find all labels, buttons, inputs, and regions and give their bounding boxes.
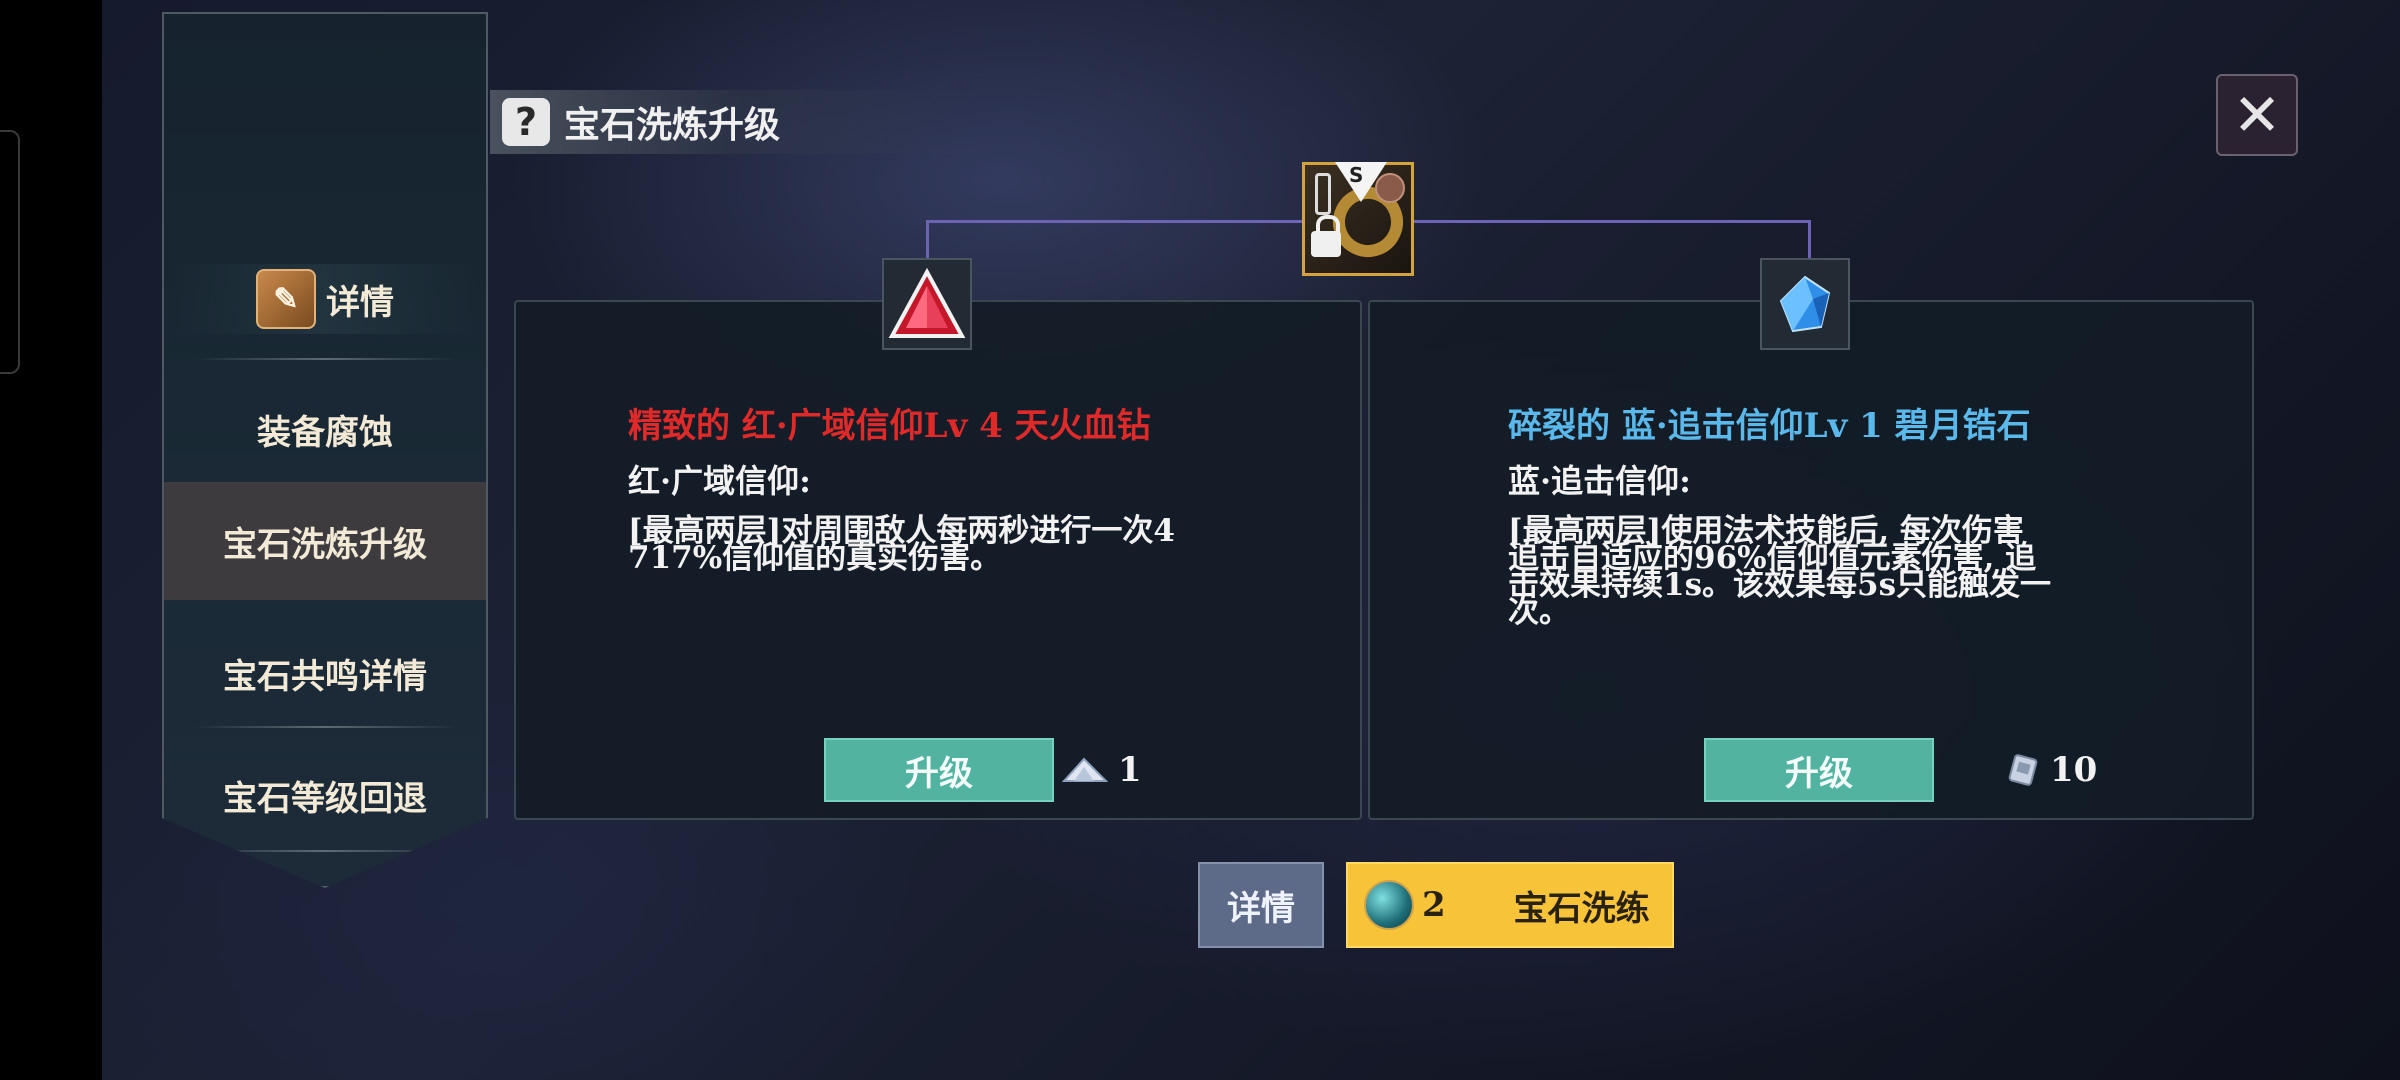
- page-title: 宝石洗炼升级: [564, 104, 781, 146]
- grade-badge-label: S: [1349, 163, 1364, 187]
- blue-gem-icon: [1779, 275, 1831, 333]
- gem-effect-desc: [最高两层]使用法术技能后, 每次伤害 追击自适应的96%信仰值元素伤害, 追 …: [1508, 516, 2052, 630]
- blue-gem-slot[interactable]: [1760, 258, 1850, 350]
- sidebar-item-label: 装备腐蚀: [257, 412, 393, 453]
- gem-title: 碎裂的 蓝·追击信仰Lv 1 碧月锆石: [1508, 406, 2031, 446]
- divider: [194, 358, 456, 360]
- sidebar-item-label: 宝石等级回退: [223, 778, 427, 819]
- divider: [194, 726, 456, 728]
- screen-edge-bracket: [0, 130, 20, 374]
- equipment-slot[interactable]: S: [1302, 162, 1414, 276]
- help-icon[interactable]: ?: [502, 98, 550, 146]
- refine-label: 宝石洗练: [1513, 888, 1650, 929]
- orb-icon: [1364, 880, 1414, 930]
- gem-refine-button[interactable]: 2 宝石洗练: [1346, 862, 1674, 948]
- sidebar-item-label: 宝石洗炼升级: [223, 524, 427, 565]
- connector-line: [1414, 220, 1810, 223]
- upgrade-cost: 1: [1062, 750, 1142, 790]
- sidebar-item-gem-level-rollback[interactable]: 宝石等级回退: [164, 736, 486, 854]
- connector-line: [926, 220, 1302, 223]
- desc-line: 次。: [1508, 594, 1570, 630]
- sidebar-item-label: 宝石共鸣详情: [223, 656, 427, 697]
- cost-amount: 10: [2050, 750, 2098, 790]
- gem-effect-name: 红·广域信仰:: [628, 462, 811, 500]
- gem-effect-name: 蓝·追击信仰:: [1508, 462, 1691, 500]
- desc-line: 717%信仰值的真实伤害。: [628, 540, 1002, 576]
- sidebar-item-gem-resonance[interactable]: 宝石共鸣详情: [164, 614, 486, 732]
- gem-card-red: 精致的 红·广域信仰Lv 4 天火血钻 红·广域信仰: [最高两层]对周围敌人每…: [514, 300, 1362, 820]
- panel-header: ? 宝石洗炼升级: [490, 90, 972, 154]
- sidebar-item-gem-refine-upgrade[interactable]: 宝石洗炼升级: [164, 482, 486, 600]
- upgrade-button[interactable]: 升级: [824, 738, 1054, 802]
- scroll-material-icon: [2008, 754, 2038, 786]
- upgrade-cost: 10: [2006, 750, 2097, 790]
- gem-title: 精致的 红·广域信仰Lv 4 天火血钻: [628, 406, 1151, 446]
- red-gem-icon: [888, 268, 966, 338]
- red-gem-slot[interactable]: [882, 258, 972, 350]
- connector-line: [1808, 220, 1811, 260]
- chain-icon: [1315, 173, 1331, 215]
- lock-icon: [1311, 215, 1341, 257]
- refine-count: 2: [1422, 885, 1446, 925]
- connector-line: [926, 220, 929, 260]
- close-icon: ✕: [2232, 81, 2282, 149]
- sidebar-item-equipment-corrosion[interactable]: 装备腐蚀: [164, 370, 486, 488]
- detail-button[interactable]: 详情: [1198, 862, 1324, 948]
- sidebar: ✎ 详情 装备腐蚀 宝石洗炼升级 宝石共鸣详情 宝石等级回退: [162, 12, 488, 888]
- gem-effect-desc: [最高两层]对周围敌人每两秒进行一次4 717%信仰值的真实伤害。: [628, 516, 1175, 576]
- gem-card-blue: 碎裂的 蓝·追击信仰Lv 1 碧月锆石 蓝·追击信仰: [最高两层]使用法术技能…: [1368, 300, 2254, 820]
- sidebar-detail-label: 详情: [326, 282, 394, 323]
- desc-line: 击效果持续1s。该效果每5s只能触发一: [1508, 567, 2052, 603]
- scroll-icon: ✎: [256, 269, 316, 329]
- sidebar-detail-tab[interactable]: ✎ 详情: [174, 264, 476, 334]
- cost-amount: 1: [1118, 750, 1142, 790]
- powder-icon: [1062, 757, 1108, 782]
- upgrade-button[interactable]: 升级: [1704, 738, 1934, 802]
- close-button[interactable]: ✕: [2216, 74, 2298, 156]
